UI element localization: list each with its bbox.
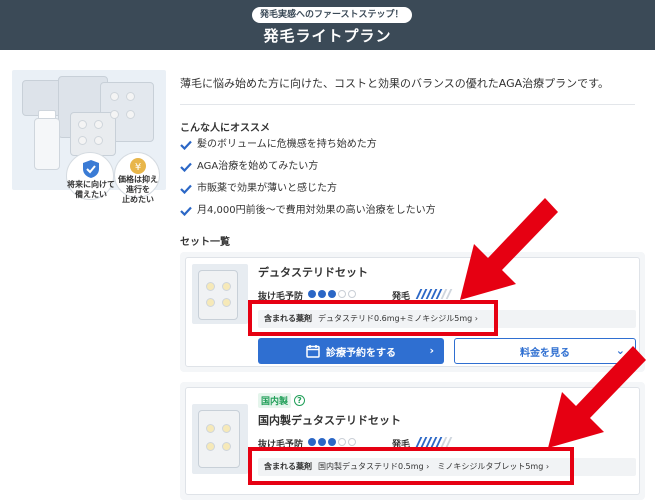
hair-loss-prevention-rating: [308, 290, 356, 298]
recommend-item-label: 髪のボリュームに危機感を持ち始めた方: [197, 139, 377, 150]
blister-pack-image: [70, 112, 116, 156]
rating-dot: [328, 290, 336, 298]
pill-image: [126, 92, 135, 101]
rating-dot: [348, 290, 356, 298]
recommend-item: 市販薬で効果が薄いと感じた方: [180, 181, 337, 197]
future-prep-label: 将来に向けて 備えたい: [67, 180, 115, 199]
rating-dot: [318, 290, 326, 298]
check-icon: [180, 140, 192, 150]
recommend-item: 月4,000円前後〜で費用対効果の高い治療をしたい方: [180, 203, 436, 219]
pill-image: [222, 282, 231, 291]
pill-image: [222, 298, 231, 307]
plan-header: 発毛実感へのファーストステップ！ 発毛ライトプラン: [0, 0, 655, 50]
recommend-item-label: 月4,000円前後〜で費用対効果の高い治療をしたい方: [197, 205, 436, 216]
blister-pack-image: [198, 270, 238, 320]
pill-image: [222, 442, 231, 451]
pill-image: [94, 120, 103, 129]
shield-check-icon: [83, 160, 99, 178]
rating-dot: [328, 438, 336, 446]
chevron-right-icon: ›: [429, 344, 434, 357]
recommend-item-label: 市販薬で効果が薄いと感じた方: [197, 183, 337, 194]
pill-image: [206, 442, 215, 451]
future-prep-badge: 将来に向けて 備えたい: [66, 152, 115, 200]
price-control-badge: ¥ 価格は抑え 進行を 止めたい: [114, 152, 160, 204]
pill-image: [78, 136, 87, 145]
rating-dot: [308, 438, 316, 446]
pill-image: [110, 110, 119, 119]
recommend-item: AGA治療を始めてみたい方: [180, 159, 318, 175]
pill-image: [206, 298, 215, 307]
recommend-item: 髪のボリュームに危機感を持ち始めた方: [180, 137, 377, 153]
plan-description: 薄毛に悩み始めた方に向けた、コストと効果のバランスの優れたAGA治療プランです。: [180, 77, 610, 90]
check-icon: [180, 206, 192, 216]
price-control-label: 価格は抑え 進行を 止めたい: [118, 175, 158, 204]
set-list-heading: セット一覧: [180, 237, 230, 248]
annotation-arrow-icon: [548, 346, 646, 448]
pill-image: [222, 424, 231, 433]
rating-dot: [338, 290, 346, 298]
plan-title: 発毛ライトプラン: [263, 27, 392, 45]
bottle-image: [34, 118, 60, 170]
calendar-icon: [306, 345, 320, 358]
pill-image: [78, 120, 87, 129]
check-icon: [180, 184, 192, 194]
hair-growth-rating: [415, 289, 453, 299]
help-icon[interactable]: ?: [294, 395, 305, 406]
rating-dot: [338, 438, 346, 446]
recommend-heading: こんな人にオススメ: [180, 123, 270, 134]
blister-pack-image: [198, 410, 240, 468]
annotation-arrow-icon: [460, 198, 558, 300]
pill-image: [206, 282, 215, 291]
pill-image: [110, 92, 119, 101]
reserve-button-label: 診療予約をする: [326, 347, 396, 359]
rating-dot: [348, 438, 356, 446]
reserve-consultation-button[interactable]: 診療予約をする ›: [258, 338, 444, 364]
pill-image: [206, 424, 215, 433]
hair-growth-rating: [415, 437, 453, 447]
header-badge: 発毛実感へのファーストステップ！: [252, 7, 412, 23]
divider: [180, 104, 635, 105]
set-name: 国内製デュタステリドセット: [258, 414, 401, 427]
rating-dot: [318, 438, 326, 446]
pill-image: [126, 110, 135, 119]
highlight-box: [248, 447, 574, 485]
check-icon: [180, 162, 192, 172]
yen-coin-icon: ¥: [130, 158, 146, 174]
rating-dot: [308, 290, 316, 298]
hair-loss-prevention-rating: [308, 438, 356, 446]
recommend-item-label: AGA治療を始めてみたい方: [197, 161, 319, 172]
set-name: デュタステリドセット: [258, 266, 368, 279]
svg-text:¥: ¥: [135, 162, 141, 173]
pill-image: [94, 136, 103, 145]
domestic-tag: 国内製: [258, 393, 292, 408]
